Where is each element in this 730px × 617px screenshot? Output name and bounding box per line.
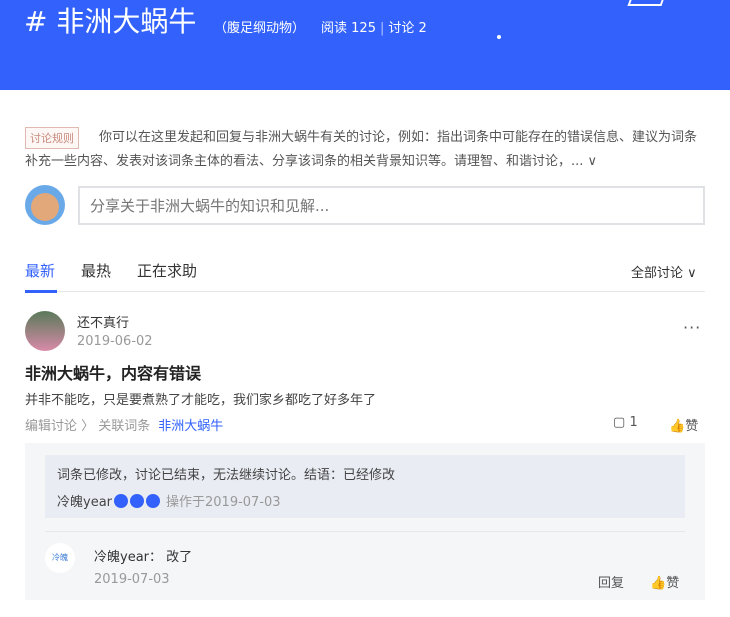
- page-title: # 非洲大蜗牛: [24, 5, 197, 38]
- reply-avatar[interactable]: 冷魄: [45, 543, 75, 573]
- reply-user[interactable]: 冷魄year：: [94, 550, 162, 565]
- stats: 阅读 125 | 讨论 2: [321, 21, 427, 36]
- closed-notice: 词条已修改，讨论已结束，无法继续讨论。结语：已经修改 冷魄year 操作于2019…: [45, 455, 685, 518]
- tab-help[interactable]: 正在求助: [137, 260, 197, 281]
- post-avatar[interactable]: [25, 311, 65, 351]
- user-avatar: [25, 185, 65, 225]
- discussion-input[interactable]: [78, 186, 705, 225]
- more-icon[interactable]: ···: [683, 318, 701, 337]
- reply-like-button[interactable]: 👍赞: [650, 572, 679, 591]
- post-footer: 编辑讨论 〉 关联词条 非洲大蜗牛: [25, 415, 223, 434]
- gear-badge-icon: [146, 494, 161, 508]
- read-label: 阅读: [321, 21, 348, 36]
- post-title: 非洲大蜗牛，内容有错误: [25, 364, 202, 383]
- discuss-label: 讨论: [388, 21, 415, 36]
- comment-count: 1: [629, 415, 638, 430]
- related-label: 〉 关联词条: [81, 419, 151, 434]
- read-count: 125: [351, 21, 376, 36]
- thumbs-up-icon: 👍: [650, 576, 667, 591]
- category: （腹足纲动物）: [214, 21, 306, 36]
- like-label: 赞: [666, 576, 680, 591]
- active-tab-underline: [25, 290, 57, 293]
- post-username[interactable]: 还不真行: [77, 312, 129, 331]
- closed-op-date: 操作于2019-07-03: [166, 495, 281, 510]
- tab-hot[interactable]: 最热: [81, 260, 111, 281]
- ghost-badge-icon: [130, 494, 145, 508]
- rules-tag[interactable]: 讨论规则: [25, 127, 79, 149]
- filter-dropdown[interactable]: 全部讨论 ∨: [631, 262, 697, 281]
- like-label: 赞: [685, 419, 699, 434]
- badge-icon: [114, 494, 129, 508]
- tab-latest[interactable]: 最新: [25, 260, 55, 281]
- post-date: 2019-06-02: [77, 334, 153, 349]
- comment-button[interactable]: ▢ 1: [613, 415, 638, 430]
- reply-content: 改了: [166, 550, 193, 565]
- closed-text: 词条已修改，讨论已结束，无法继续讨论。结语：已经修改: [57, 468, 396, 483]
- decoration-dot: [497, 35, 501, 39]
- reply-button[interactable]: 回复: [598, 572, 624, 591]
- related-entry-link[interactable]: 非洲大蜗牛: [158, 419, 223, 434]
- post-body: 并非不能吃，只是要煮熟了才能吃，我们家乡都吃了好多年了: [25, 393, 377, 408]
- comment-icon: ▢: [613, 415, 626, 430]
- tab-divider: [25, 291, 705, 292]
- rules-text: 你可以在这里发起和回复与非洲大蜗牛有关的讨论，例如：指出词条中可能存在的错误信息…: [25, 130, 698, 169]
- edit-link[interactable]: 编辑讨论: [25, 419, 77, 434]
- edit-decoration-icon: [627, 0, 667, 6]
- like-button[interactable]: 👍赞: [669, 415, 698, 434]
- reply-text: 冷魄year： 改了: [94, 546, 192, 565]
- discuss-count: 2: [418, 21, 427, 36]
- divider: [45, 531, 685, 532]
- thumbs-up-icon: 👍: [669, 419, 686, 434]
- closed-user[interactable]: 冷魄year: [57, 495, 112, 510]
- reply-date: 2019-07-03: [94, 572, 170, 587]
